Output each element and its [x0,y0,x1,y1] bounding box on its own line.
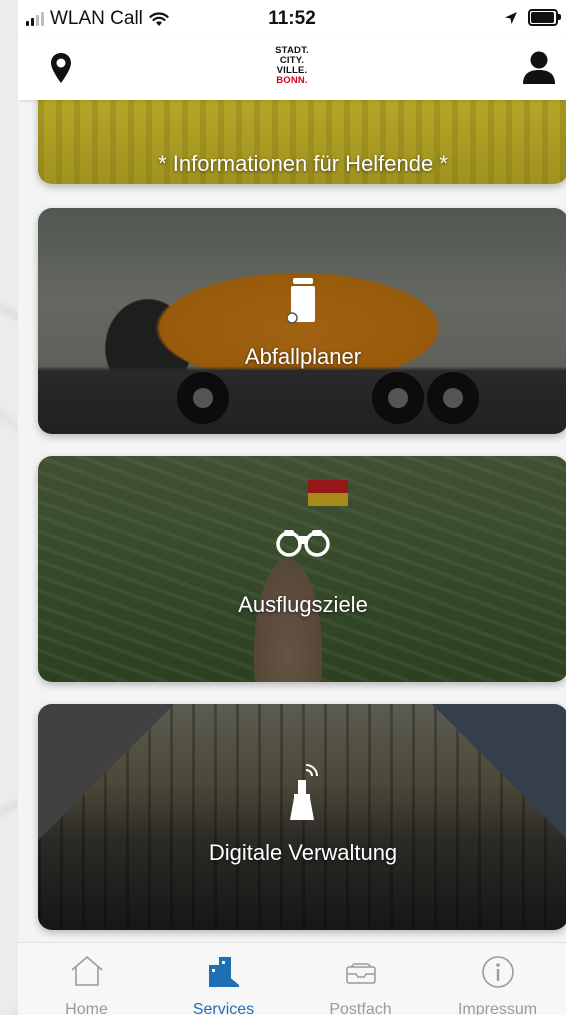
services-list: * Informationen für Helfende * Abfallpla… [18,100,566,942]
tab-postfach[interactable]: Postfach [292,943,429,1015]
app-header: STADT. CITY. VILLE. BONN. [18,38,566,100]
card-overlay [38,456,566,682]
tab-label: Home [65,1001,108,1015]
card-helpers-info[interactable]: * Informationen für Helfende * [38,100,566,184]
tab-label: Services [192,1001,255,1015]
card-label: Digitale Verwaltung [208,840,398,865]
status-bar: WLAN Call 11:52 [18,0,566,38]
card-ausflugsziele[interactable]: Ausflugsziele [38,456,566,682]
card-label: * Informationen für Helfende * [158,151,448,176]
city-logo[interactable]: STADT. CITY. VILLE. BONN. [18,46,566,86]
status-time: 11:52 [268,8,316,29]
binoculars-icon [276,530,330,557]
logo-line-4: BONN. [276,75,308,86]
tab-label: Postfach [329,1001,392,1015]
buildings-icon [208,957,239,987]
mailbox-icon [345,963,376,984]
tab-services[interactable]: Services [155,943,292,1015]
tab-home[interactable]: Home [18,943,155,1015]
location-arrow-icon [505,11,517,24]
card-label: Ausflugsziele [238,592,368,617]
card-label: Abfallplaner [244,344,362,369]
user-icon[interactable] [521,50,557,86]
signal-tower-icon [290,764,318,820]
info-icon [481,956,514,988]
trash-bin-icon [287,278,315,324]
tab-label: Impressum [457,1001,538,1015]
home-icon [70,955,103,986]
phone-screen: WLAN Call 11:52 STADT. CITY. VILLE. BONN… [18,0,566,1015]
tab-impressum[interactable]: Impressum [429,943,566,1015]
status-right [504,9,561,26]
card-abfallplaner[interactable]: Abfallplaner [38,208,566,434]
battery-icon [528,9,561,26]
bottom-tab-bar: Home Services Postfach Impressum [18,942,566,1015]
card-digitale-verwaltung[interactable]: Digitale Verwaltung [38,704,566,930]
